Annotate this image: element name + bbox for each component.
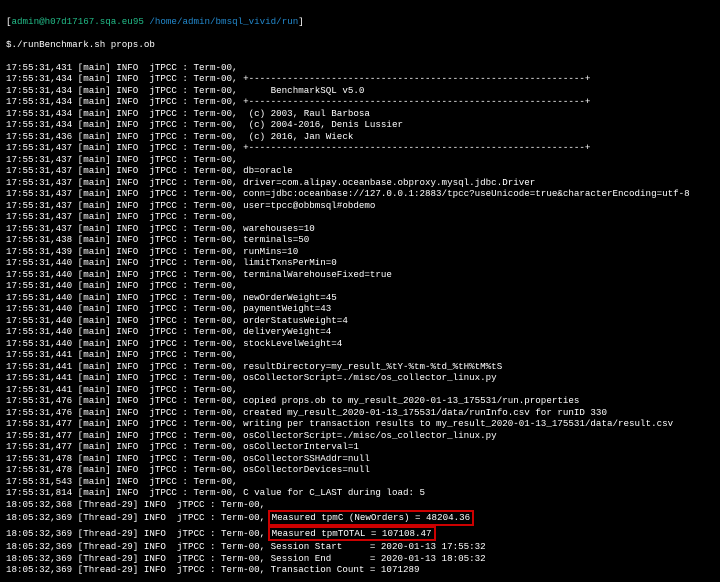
log-line: 17:55:31,437 [main] INFO jTPCC : Term-00… [6,223,714,235]
log-line: 17:55:31,441 [main] INFO jTPCC : Term-00… [6,361,714,373]
log-line: 18:05:32,369 [Thread-29] INFO jTPCC : Te… [6,564,714,576]
log-line: 18:05:32,369 [Thread-29] INFO jTPCC : Te… [6,553,714,565]
measured-tpmtotal: Measured tpmTOTAL = 107108.47 [268,526,436,542]
measured-tpmc: Measured tpmC (NewOrders) = 48204.36 [268,510,474,526]
log-line: 18:05:32,368 [Thread-29] INFO jTPCC : Te… [6,499,714,511]
prompt-user: admin [12,16,40,27]
log-line: 17:55:31,436 [main] INFO jTPCC : Term-00… [6,131,714,143]
log-line: 17:55:31,440 [main] INFO jTPCC : Term-00… [6,338,714,350]
command-line: $./runBenchmark.sh props.ob [6,39,714,51]
log-line: 17:55:31,434 [main] INFO jTPCC : Term-00… [6,108,714,120]
log-line: 17:55:31,441 [main] INFO jTPCC : Term-00… [6,349,714,361]
prompt-path: /home/admin/bmsql_vivid/run [149,16,298,27]
log-line: 17:55:31,440 [main] INFO jTPCC : Term-00… [6,257,714,269]
log-line: 17:55:31,476 [main] INFO jTPCC : Term-00… [6,407,714,419]
log-line: 17:55:31,441 [main] INFO jTPCC : Term-00… [6,384,714,396]
log-line: 17:55:31,437 [main] INFO jTPCC : Term-00… [6,177,714,189]
log-line: 17:55:31,477 [main] INFO jTPCC : Term-00… [6,430,714,442]
log-line: 17:55:31,437 [main] INFO jTPCC : Term-00… [6,154,714,166]
log-line: 18:05:32,369 [Thread-29] INFO jTPCC : Te… [6,541,714,553]
log-line: 17:55:31,437 [main] INFO jTPCC : Term-00… [6,200,714,212]
log-line: 17:55:31,437 [main] INFO jTPCC : Term-00… [6,188,714,200]
log-line: 17:55:31,439 [main] INFO jTPCC : Term-00… [6,246,714,258]
log-line: 17:55:31,440 [main] INFO jTPCC : Term-00… [6,280,714,292]
log-line: 17:55:31,437 [main] INFO jTPCC : Term-00… [6,165,714,177]
log-line: 17:55:31,440 [main] INFO jTPCC : Term-00… [6,326,714,338]
log-line: 18:05:32,369 [Thread-29] INFO jTPCC : Te… [6,526,714,542]
log-line: 17:55:31,477 [main] INFO jTPCC : Term-00… [6,418,714,430]
log-line: 17:55:31,478 [main] INFO jTPCC : Term-00… [6,453,714,465]
log-line: 17:55:31,477 [main] INFO jTPCC : Term-00… [6,441,714,453]
log-line: 17:55:31,434 [main] INFO jTPCC : Term-00… [6,73,714,85]
log-line: 18:05:32,369 [Thread-29] INFO jTPCC : Te… [6,510,714,526]
log-line: 17:55:31,434 [main] INFO jTPCC : Term-00… [6,96,714,108]
prompt-host: h07d17167.sqa.eu95 [45,16,144,27]
terminal-output[interactable]: [admin@h07d17167.sqa.eu95 /home/admin/bm… [0,0,720,582]
log-line: 17:55:31,434 [main] INFO jTPCC : Term-00… [6,85,714,97]
log-line: 17:55:31,437 [main] INFO jTPCC : Term-00… [6,142,714,154]
log-line: 17:55:31,440 [main] INFO jTPCC : Term-00… [6,292,714,304]
shell-prompt: [admin@h07d17167.sqa.eu95 /home/admin/bm… [6,16,714,28]
log-line: 17:55:31,543 [main] INFO jTPCC : Term-00… [6,476,714,488]
log-line: 17:55:31,476 [main] INFO jTPCC : Term-00… [6,395,714,407]
log-line: 17:55:31,441 [main] INFO jTPCC : Term-00… [6,372,714,384]
log-line: 17:55:31,431 [main] INFO jTPCC : Term-00… [6,62,714,74]
log-line: 17:55:31,478 [main] INFO jTPCC : Term-00… [6,464,714,476]
log-line: 17:55:31,437 [main] INFO jTPCC : Term-00… [6,211,714,223]
log-line: 17:55:31,814 [main] INFO jTPCC : Term-00… [6,487,714,499]
log-line: 17:55:31,440 [main] INFO jTPCC : Term-00… [6,269,714,281]
log-lines: 17:55:31,431 [main] INFO jTPCC : Term-00… [6,62,714,576]
log-line: 17:55:31,438 [main] INFO jTPCC : Term-00… [6,234,714,246]
log-line: 17:55:31,440 [main] INFO jTPCC : Term-00… [6,315,714,327]
log-line: 17:55:31,440 [main] INFO jTPCC : Term-00… [6,303,714,315]
log-line: 17:55:31,434 [main] INFO jTPCC : Term-00… [6,119,714,131]
